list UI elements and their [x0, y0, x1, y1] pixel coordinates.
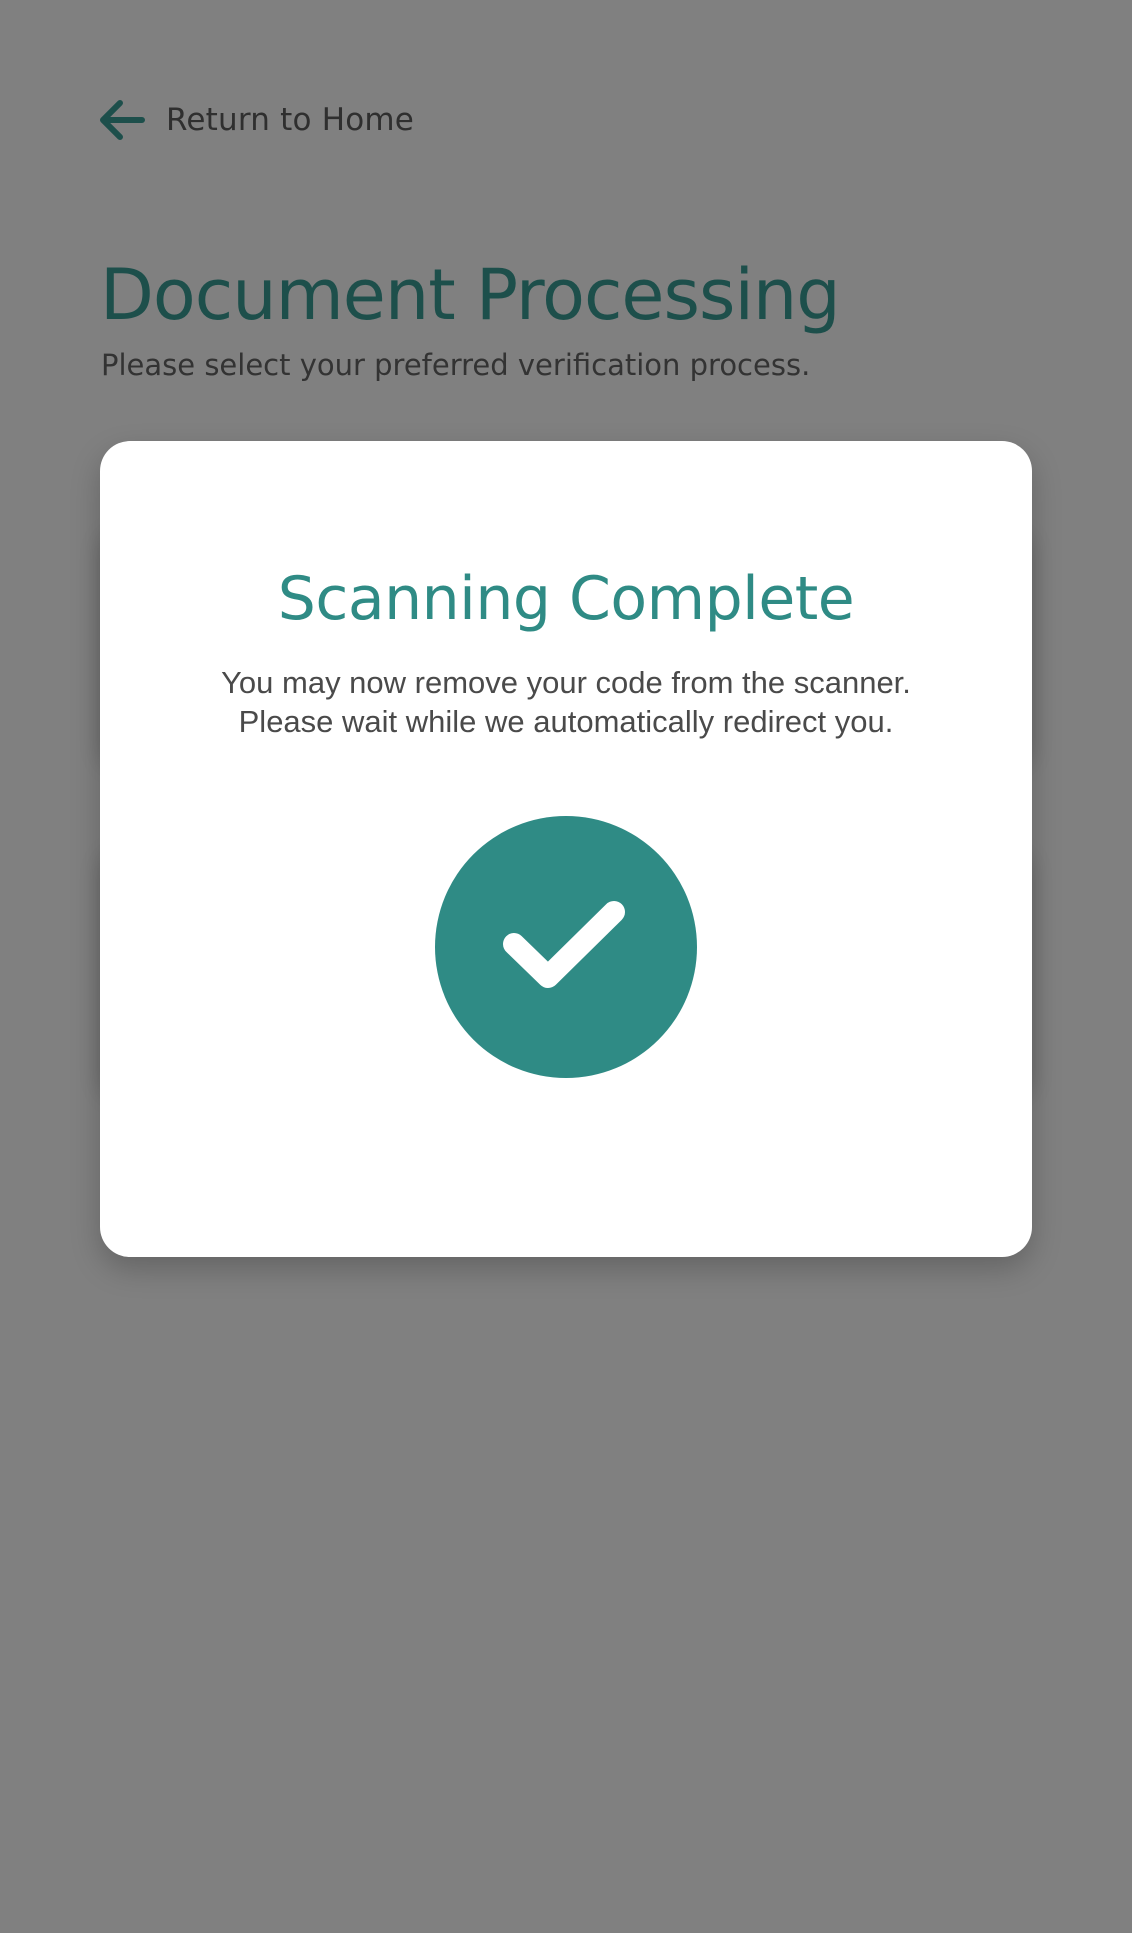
- page-background: Return to Home Document Processing Pleas…: [0, 0, 1132, 1933]
- modal-title: Scanning Complete: [277, 564, 855, 634]
- page-subtitle: Please select your preferred verificatio…: [101, 348, 811, 382]
- return-home-link[interactable]: Return to Home: [98, 92, 414, 148]
- modal-message: You may now remove your code from the sc…: [100, 663, 1032, 741]
- return-home-label: Return to Home: [166, 102, 415, 138]
- modal-message-line-1: You may now remove your code from the sc…: [221, 665, 911, 700]
- page-title: Document Processing: [100, 254, 841, 336]
- modal-message-line-2: Please wait while we automatically redir…: [238, 704, 894, 739]
- success-badge: [435, 816, 697, 1078]
- scan-complete-modal: Scanning Complete You may now remove you…: [100, 441, 1032, 1257]
- check-icon: [503, 901, 625, 988]
- arrow-left-icon: [98, 98, 148, 142]
